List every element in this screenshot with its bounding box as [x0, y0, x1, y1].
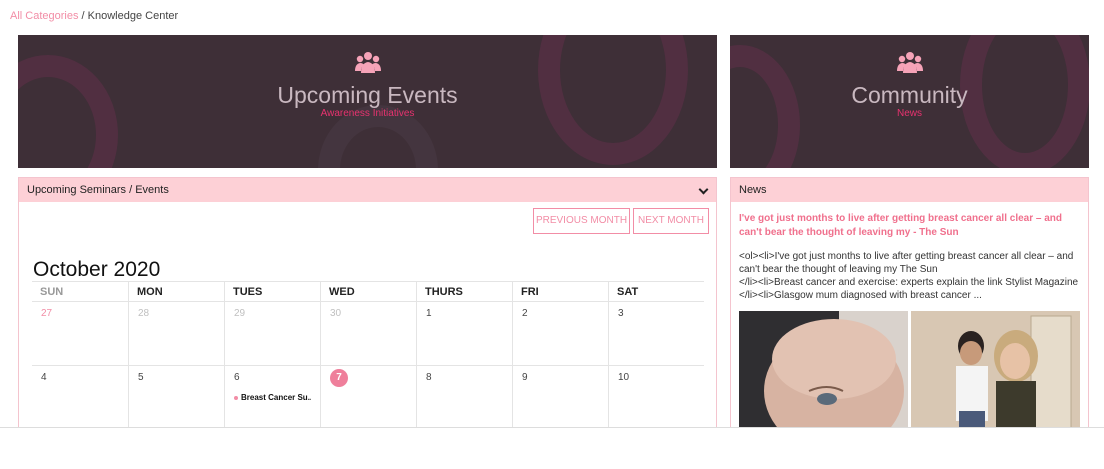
day-number: 5	[138, 372, 144, 383]
news-panel-header: News	[731, 178, 1088, 202]
day-number: 27	[41, 308, 53, 319]
banner-subtitle: Awareness Initiatives	[320, 108, 415, 119]
day-number: 29	[234, 308, 246, 319]
calendar-week: 27 28 29 30 1 2 3	[32, 302, 704, 366]
news-headline-link[interactable]: I've got just months to live after getti…	[739, 212, 1084, 240]
breadcrumb: All Categories / Knowledge Center	[10, 10, 178, 22]
upcoming-events-banner[interactable]: Upcoming Events Awareness Initiatives	[18, 35, 717, 168]
breadcrumb-all-categories[interactable]: All Categories	[10, 10, 78, 22]
woman-portrait-image	[739, 311, 908, 431]
news-summary: <ol><li>I've got just months to live aft…	[739, 251, 1079, 301]
calendar-day-cell[interactable]: 1	[416, 302, 512, 365]
calendar-day-cell[interactable]: 10	[608, 366, 704, 429]
banner-subtitle: News	[896, 108, 922, 119]
chevron-down-icon[interactable]	[698, 184, 709, 195]
banner-title: Community	[851, 82, 968, 108]
breadcrumb-current: Knowledge Center	[87, 10, 179, 22]
event-label: Breast Cancer Su...	[241, 393, 311, 402]
weekday-label: THURS	[416, 282, 512, 301]
event-dot-icon	[234, 395, 238, 400]
day-number: 2	[522, 308, 528, 319]
calendar-day-cell[interactable]: 9	[512, 366, 608, 429]
calendar: SUN MON TUES WED THURS FRI SAT 27 28 29 …	[32, 281, 704, 430]
weekday-label: FRI	[512, 282, 608, 301]
previous-month-button[interactable]: PREVIOUS MONTH	[533, 208, 630, 234]
day-number: 9	[522, 372, 528, 383]
news-photo-woman[interactable]	[739, 311, 908, 431]
calendar-week: 4 5 6 Breast Cancer Su... 7 8 9 10	[32, 366, 704, 430]
next-month-button[interactable]: NEXT MONTH	[633, 208, 709, 234]
calendar-day-cell[interactable]: 30	[320, 302, 416, 365]
bottom-bar	[0, 427, 1104, 469]
day-number: 1	[426, 308, 432, 319]
community-banner[interactable]: Community News	[730, 35, 1089, 168]
day-number: 8	[426, 372, 432, 383]
calendar-event[interactable]: Breast Cancer Su...	[234, 393, 311, 402]
weekday-label: WED	[320, 282, 416, 301]
day-number: 28	[138, 308, 150, 319]
calendar-day-cell[interactable]: 28	[128, 302, 224, 365]
calendar-weekday-header: SUN MON TUES WED THURS FRI SAT	[32, 281, 704, 302]
calendar-day-cell[interactable]: 4	[32, 366, 128, 429]
day-number: 30	[330, 308, 342, 319]
calendar-day-cell[interactable]: 5	[128, 366, 224, 429]
breadcrumb-separator: /	[78, 10, 88, 22]
panel-title: News	[739, 184, 767, 196]
weekday-label: SAT	[608, 282, 704, 301]
page: All Categories / Knowledge Center Upcomi…	[0, 0, 1104, 469]
weekday-label: TUES	[224, 282, 320, 301]
calendar-day-cell[interactable]: 27	[32, 302, 128, 365]
weekday-label: SUN	[40, 286, 64, 298]
calendar-day-cell[interactable]: 3	[608, 302, 704, 365]
day-number: 4	[41, 372, 47, 383]
day-number: 3	[618, 308, 624, 319]
mother-child-image	[911, 311, 1080, 431]
calendar-day-cell[interactable]: 7	[320, 366, 416, 429]
seminars-panel: Upcoming Seminars / Events PREVIOUS MONT…	[18, 177, 717, 437]
banner-title: Upcoming Events	[277, 82, 458, 108]
calendar-day-cell[interactable]: 2	[512, 302, 608, 365]
seminars-panel-header[interactable]: Upcoming Seminars / Events	[19, 178, 716, 202]
panel-title: Upcoming Seminars / Events	[27, 184, 169, 196]
today-badge: 7	[330, 369, 348, 387]
news-panel: News I've got just months to live after …	[730, 177, 1089, 437]
calendar-day-cell[interactable]: 29	[224, 302, 320, 365]
day-number: 10	[618, 372, 630, 383]
news-photo-family[interactable]	[911, 311, 1080, 431]
calendar-day-cell[interactable]: 6 Breast Cancer Su...	[224, 366, 320, 429]
group-icon	[354, 52, 381, 73]
group-icon	[896, 52, 923, 73]
day-number: 6	[234, 372, 240, 383]
calendar-month-title: October 2020	[33, 258, 161, 281]
weekday-label: MON	[128, 282, 224, 301]
calendar-day-cell[interactable]: 8	[416, 366, 512, 429]
